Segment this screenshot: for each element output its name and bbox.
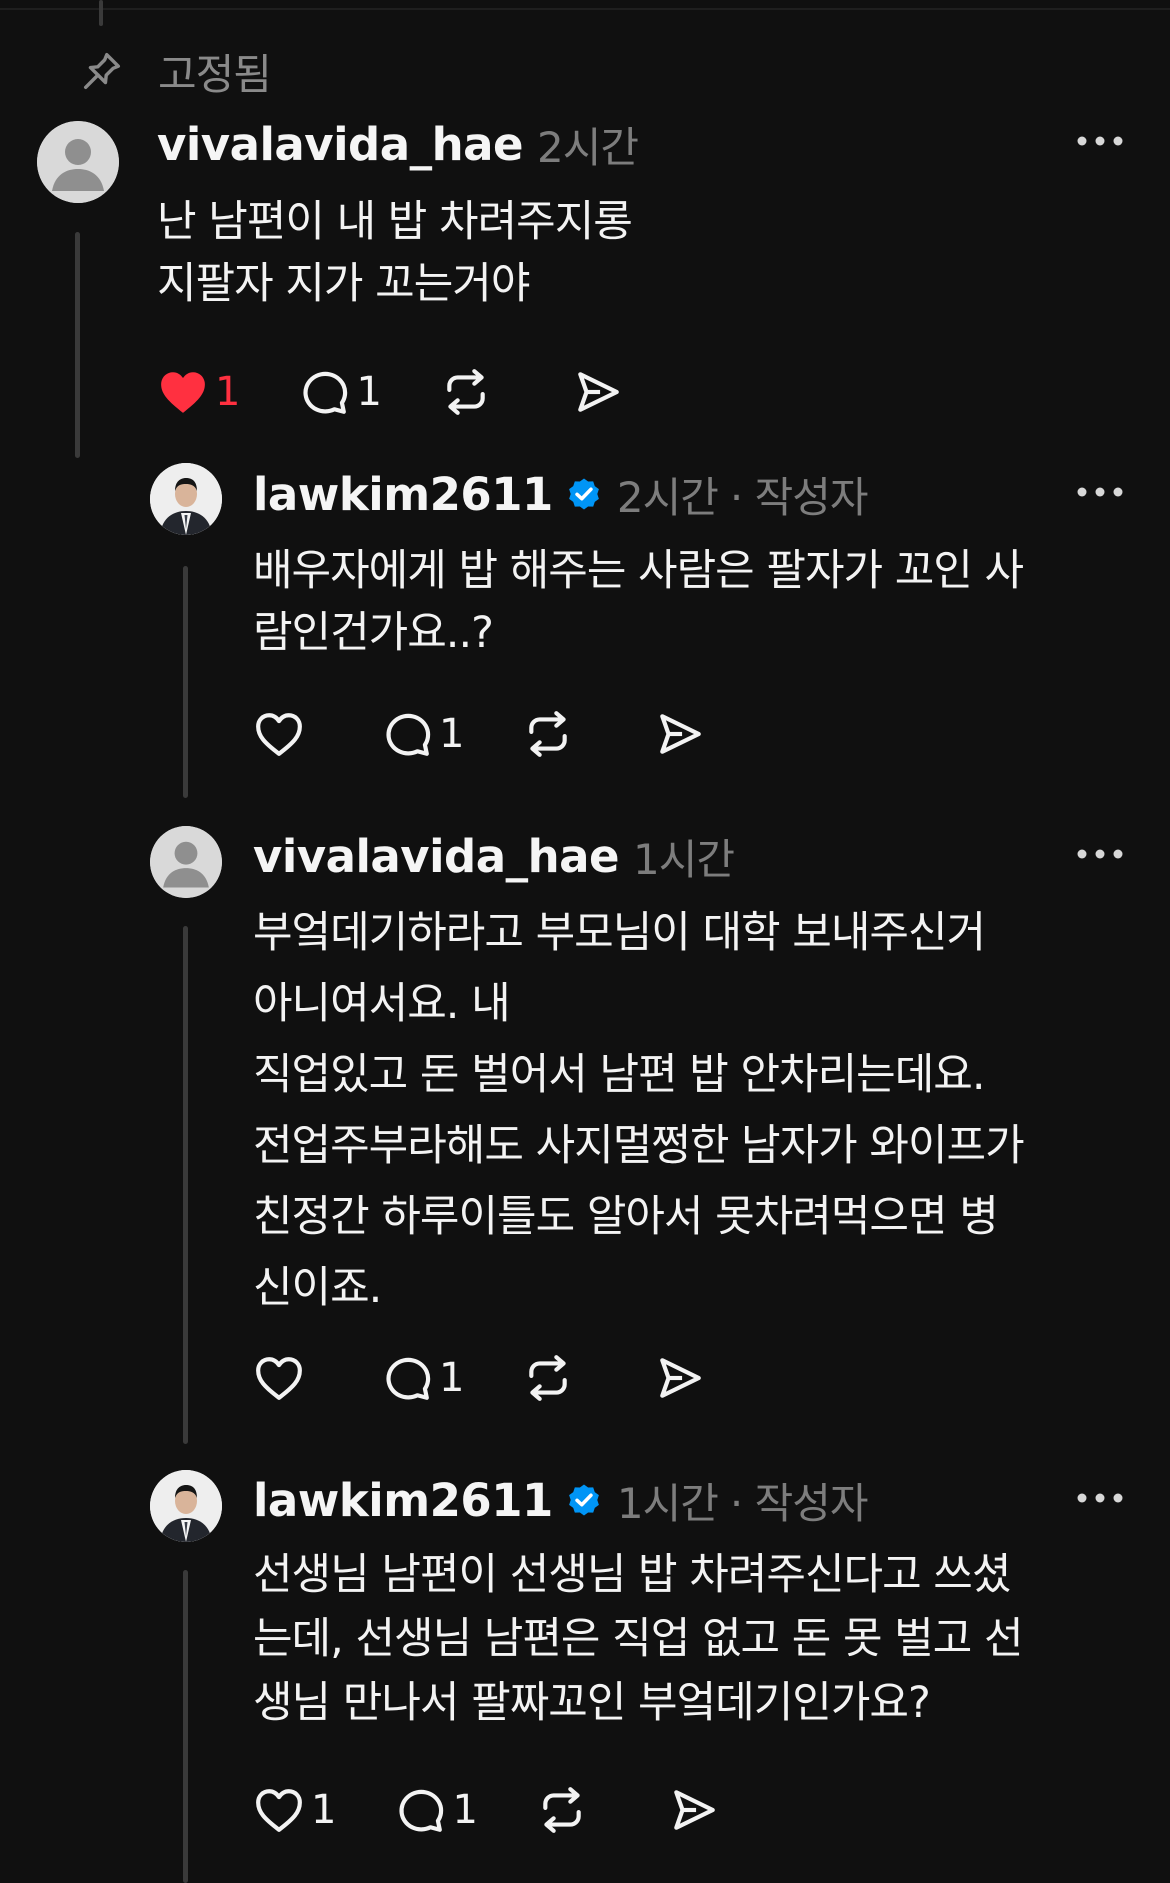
thread-line [75,232,80,458]
avatar[interactable] [150,826,222,898]
timestamp: 1시간 [616,1478,719,1528]
username[interactable]: vivalavida_hae [157,118,524,171]
default-avatar-icon [37,121,119,203]
pinned-indicator: 고정됨 [78,46,272,99]
timestamp: 2시간 [537,122,639,172]
username[interactable]: lawkim2611 [253,1474,553,1527]
like-count: 1 [215,369,241,415]
more-options-button[interactable] [1070,121,1130,161]
comment-text: 부엌데기하라고 부모님이 대학 보내주신거 아니여서요. 내 직업있고 돈 벌어… [253,908,1025,1313]
avatar[interactable] [150,1470,222,1542]
more-icon [1077,487,1123,497]
reply-count: 1 [439,711,465,757]
send-icon [654,708,706,760]
timestamp: 1시간 [633,834,735,884]
reply-button[interactable]: 1 [381,708,464,760]
more-options-button[interactable] [1070,834,1130,874]
thread-line [183,1570,188,1883]
pin-icon [78,47,126,95]
profile-photo [150,463,222,535]
more-options-button[interactable] [1070,472,1130,512]
repost-icon [522,1352,574,1404]
share-button[interactable] [654,708,706,760]
comment-icon [381,708,433,760]
repost-icon [440,366,492,418]
share-button[interactable] [654,1352,706,1404]
reply-button[interactable]: 1 [298,366,382,418]
author-tag: · 작성자 [729,1478,869,1528]
repost-icon [522,708,574,760]
send-icon [654,1352,706,1404]
send-icon [572,366,624,418]
thread-line [183,566,188,798]
like-button[interactable]: 1 [157,366,240,418]
heart-icon [253,1352,305,1404]
pinned-label: 고정됨 [158,49,272,99]
username[interactable]: lawkim2611 [253,468,553,521]
top-divider [0,8,1170,10]
heart-icon [253,1784,305,1836]
thread-line [183,926,188,1444]
reply-button[interactable]: 1 [394,1784,478,1836]
verified-badge-icon [565,475,603,513]
comment-text: 선생님 남편이 선생님 밥 차려주신다고 쓰셨 는데, 선생님 남편은 직업 없… [253,1550,1024,1728]
send-icon [668,1784,720,1836]
reply-button[interactable]: 1 [381,1352,464,1404]
comment-icon [381,1352,433,1404]
avatar[interactable] [37,121,119,203]
like-button[interactable] [253,1352,311,1404]
like-count: 1 [311,1787,337,1833]
reply-count: 1 [439,1355,465,1401]
reply-count: 1 [356,369,382,415]
repost-button[interactable] [440,366,492,418]
parent-thread-line [99,0,103,26]
verified-badge-icon [565,1481,603,1519]
more-icon [1077,136,1123,146]
like-button[interactable]: 1 [253,1784,336,1836]
author-tag: · 작성자 [729,472,869,522]
repost-button[interactable] [522,708,574,760]
comment-text: 난 남편이 내 밥 차려주지롱 지팔자 지가 꼬는거야 [157,197,633,309]
heart-icon [253,708,305,760]
more-options-button[interactable] [1070,1478,1130,1518]
username[interactable]: vivalavida_hae [253,830,620,883]
default-avatar-icon [150,826,222,898]
profile-photo [150,1470,222,1542]
heart-filled-icon [157,366,209,418]
more-icon [1077,849,1123,859]
repost-button[interactable] [522,1352,574,1404]
share-button[interactable] [572,366,624,418]
comment-text: 배우자에게 밥 해주는 사람은 팔자가 꼬인 사 람인건가요..? [253,546,1024,658]
repost-button[interactable] [536,1784,588,1836]
comment-icon [394,1784,446,1836]
repost-icon [536,1784,588,1836]
share-button[interactable] [668,1784,720,1836]
like-button[interactable] [253,708,311,760]
more-icon [1077,1493,1123,1503]
avatar[interactable] [150,463,222,535]
comment-icon [298,366,350,418]
timestamp: 2시간 [616,472,719,522]
reply-count: 1 [452,1787,478,1833]
